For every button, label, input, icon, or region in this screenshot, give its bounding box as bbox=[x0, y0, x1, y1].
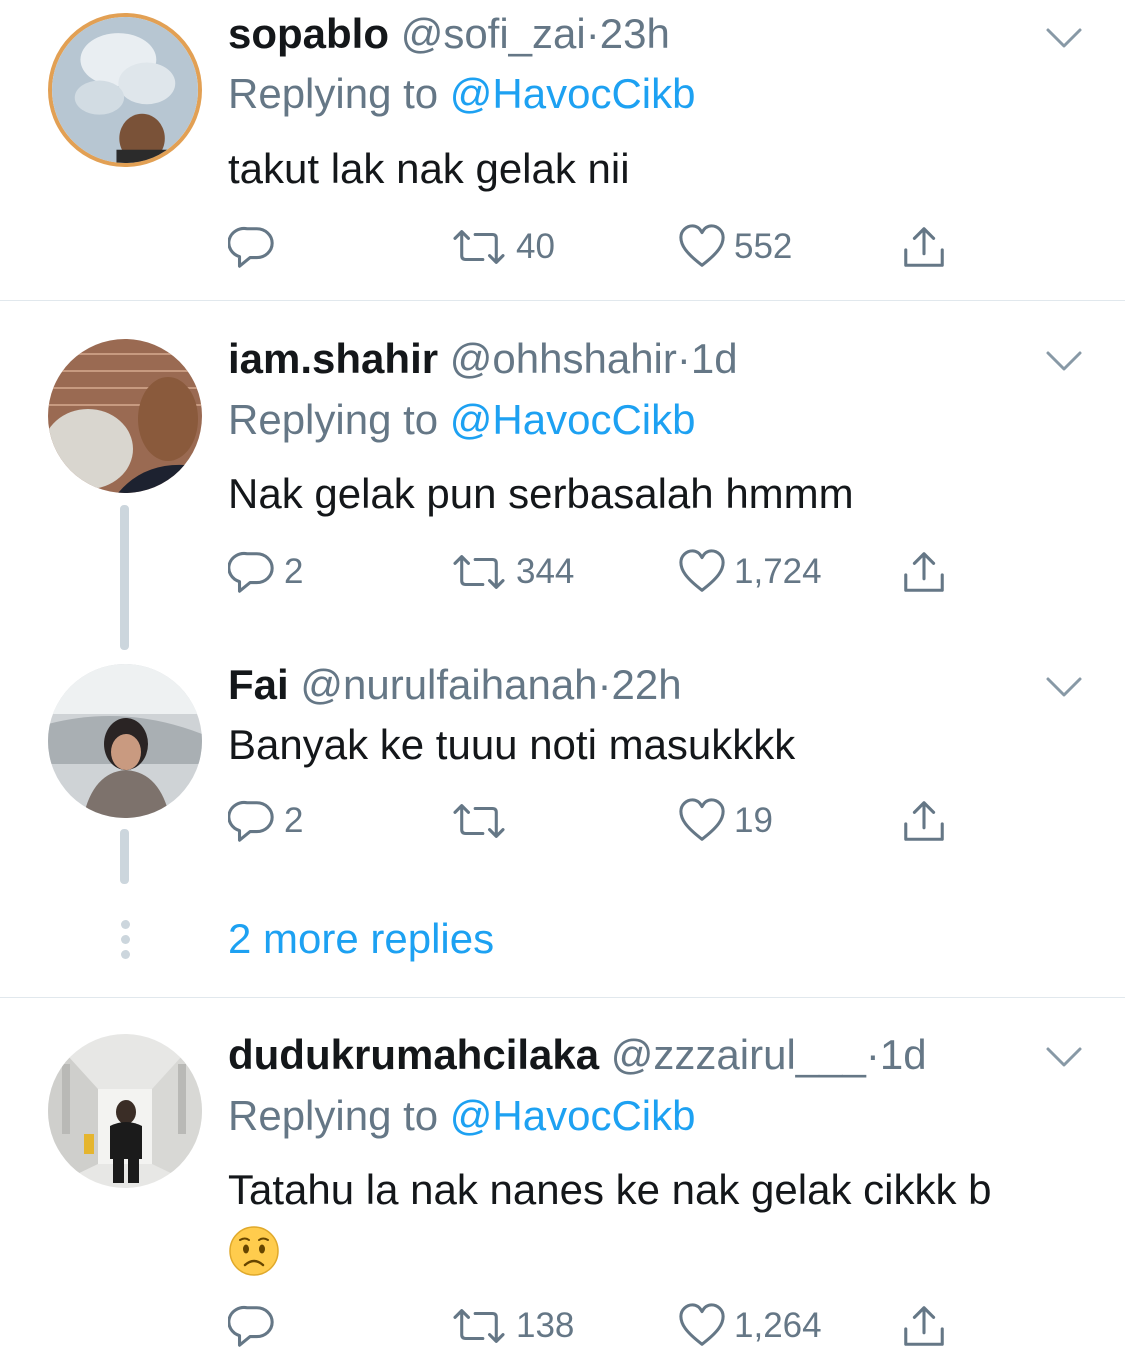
like-count: 19 bbox=[734, 801, 773, 840]
replying-prefix: Replying to bbox=[228, 396, 450, 443]
handle[interactable]: @sofi_zai bbox=[401, 10, 586, 57]
mention-link[interactable]: @HavocCikb bbox=[450, 396, 696, 443]
handle[interactable]: @nurulfaihanah bbox=[300, 661, 597, 708]
worried-face-icon bbox=[229, 1226, 279, 1276]
reply-icon bbox=[228, 223, 276, 271]
like-button[interactable]: 1,264 bbox=[678, 1301, 822, 1351]
timestamp[interactable]: 22h bbox=[612, 661, 682, 708]
handle[interactable]: @zzzairul___ bbox=[611, 1031, 866, 1078]
tweet-actions: 2 344 1,724 bbox=[228, 547, 988, 597]
tweet-header: Fai @nurulfaihanah·22h bbox=[228, 660, 682, 710]
reply-button[interactable]: 2 bbox=[228, 796, 303, 846]
like-count: 1,724 bbox=[734, 552, 822, 591]
tweet[interactable]: iam.shahir @ohhshahir·1d Replying to @Ha… bbox=[0, 301, 1125, 651]
chevron-down-icon[interactable] bbox=[1044, 673, 1084, 701]
retweet-count: 40 bbox=[516, 227, 555, 266]
tweet-actions: 40 552 bbox=[228, 222, 988, 272]
replying-to: Replying to @HavocCikb bbox=[228, 69, 696, 119]
separator: · bbox=[597, 661, 612, 708]
display-name[interactable]: dudukrumahcilaka bbox=[228, 1031, 599, 1078]
retweet-icon bbox=[450, 1302, 508, 1350]
more-replies-link[interactable]: 2 more replies bbox=[228, 914, 494, 964]
reply-button[interactable] bbox=[228, 222, 284, 272]
reply-count: 2 bbox=[284, 552, 304, 591]
like-button[interactable]: 19 bbox=[678, 796, 773, 846]
retweet-icon bbox=[450, 223, 508, 271]
avatar[interactable] bbox=[48, 664, 202, 818]
reply-count: 2 bbox=[284, 801, 304, 840]
retweet-count: 138 bbox=[516, 1306, 575, 1345]
timestamp[interactable]: 23h bbox=[600, 10, 670, 57]
share-button[interactable] bbox=[900, 796, 948, 846]
tweet-text-content: Tatahu la nak nanes ke nak gelak cikkk b bbox=[228, 1166, 992, 1213]
separator: · bbox=[585, 10, 600, 57]
like-icon bbox=[678, 223, 726, 271]
like-button[interactable]: 552 bbox=[678, 222, 792, 272]
retweet-button[interactable]: 138 bbox=[450, 1301, 574, 1351]
retweet-button[interactable]: 40 bbox=[450, 222, 555, 272]
share-button[interactable] bbox=[900, 222, 948, 272]
share-icon bbox=[900, 797, 948, 845]
reply-button[interactable]: 2 bbox=[228, 547, 303, 597]
reply-button[interactable] bbox=[228, 1301, 284, 1351]
share-button[interactable] bbox=[900, 547, 948, 597]
tweet[interactable]: Fai @nurulfaihanah·22h Banyak ke tuuu no… bbox=[0, 651, 1125, 901]
tweet-text: Banyak ke tuuu noti masukkkk bbox=[228, 721, 796, 768]
display-name[interactable]: iam.shahir bbox=[228, 335, 438, 382]
tweet-text: Nak gelak pun serbasalah hmmm bbox=[228, 470, 854, 517]
like-button[interactable]: 1,724 bbox=[678, 547, 822, 597]
tweet-header: dudukrumahcilaka @zzzairul___·1d bbox=[228, 1030, 927, 1080]
like-count: 552 bbox=[734, 227, 793, 266]
tweet-header: sopablo @sofi_zai·23h bbox=[228, 9, 670, 59]
mention-link[interactable]: @HavocCikb bbox=[450, 70, 696, 117]
share-button[interactable] bbox=[900, 1301, 948, 1351]
display-name[interactable]: Fai bbox=[228, 661, 289, 708]
share-icon bbox=[900, 1302, 948, 1350]
retweet-button[interactable] bbox=[450, 796, 516, 846]
like-icon bbox=[678, 548, 726, 596]
replying-to: Replying to @HavocCikb bbox=[228, 395, 696, 445]
replying-prefix: Replying to bbox=[228, 70, 450, 117]
thread-connector bbox=[120, 829, 129, 884]
share-icon bbox=[900, 548, 948, 596]
timestamp[interactable]: 1d bbox=[691, 335, 738, 382]
reply-icon bbox=[228, 1302, 276, 1350]
tweet-header: iam.shahir @ohhshahir·1d bbox=[228, 334, 738, 384]
tweet[interactable]: sopablo @sofi_zai·23h Replying to @Havoc… bbox=[0, 0, 1125, 300]
tweet-text: Tatahu la nak nanes ke nak gelak cikkk b bbox=[228, 1161, 1098, 1277]
separator: · bbox=[865, 1031, 880, 1078]
display-name[interactable]: sopablo bbox=[228, 10, 389, 57]
tweet[interactable]: dudukrumahcilaka @zzzairul___·1d Replyin… bbox=[0, 998, 1125, 1368]
avatar[interactable] bbox=[48, 13, 202, 167]
like-count: 1,264 bbox=[734, 1306, 822, 1345]
chevron-down-icon[interactable] bbox=[1044, 1043, 1084, 1071]
share-icon bbox=[900, 223, 948, 271]
tweet-text: takut lak nak gelak nii bbox=[228, 145, 630, 192]
like-icon bbox=[678, 797, 726, 845]
more-replies-dots-icon bbox=[119, 920, 131, 965]
tweet-actions: 138 1,264 bbox=[228, 1301, 988, 1351]
retweet-count: 344 bbox=[516, 552, 575, 591]
retweet-icon bbox=[450, 797, 508, 845]
separator: · bbox=[676, 335, 691, 382]
handle[interactable]: @ohhshahir bbox=[450, 335, 677, 382]
reply-icon bbox=[228, 797, 276, 845]
thread-connector bbox=[120, 505, 129, 650]
chevron-down-icon[interactable] bbox=[1044, 347, 1084, 375]
retweet-button[interactable]: 344 bbox=[450, 547, 574, 597]
mention-link[interactable]: @HavocCikb bbox=[450, 1092, 696, 1139]
replying-prefix: Replying to bbox=[228, 1092, 450, 1139]
chevron-down-icon[interactable] bbox=[1044, 24, 1084, 52]
retweet-icon bbox=[450, 548, 508, 596]
like-icon bbox=[678, 1302, 726, 1350]
avatar[interactable] bbox=[48, 1034, 202, 1188]
tweet-actions: 2 19 bbox=[228, 796, 988, 846]
reply-icon bbox=[228, 548, 276, 596]
avatar[interactable] bbox=[48, 339, 202, 493]
replying-to: Replying to @HavocCikb bbox=[228, 1091, 696, 1141]
timestamp[interactable]: 1d bbox=[880, 1031, 927, 1078]
